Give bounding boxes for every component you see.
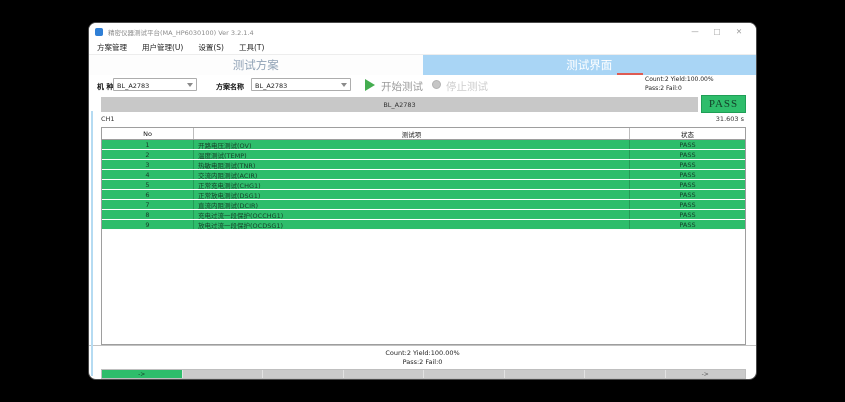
- table-row[interactable]: 6 正常放电测试(DSG1) PASS: [102, 190, 745, 200]
- channel-row: CH1 31.603 s: [89, 114, 756, 126]
- menu-item-settings[interactable]: 设置(S): [198, 42, 224, 53]
- menu-item-tools[interactable]: 工具(T): [239, 42, 264, 53]
- channel-label: CH1: [101, 115, 115, 123]
- model-title-text: BL_A2783: [383, 101, 415, 109]
- progress-segment: [344, 370, 425, 378]
- app-icon: [95, 28, 103, 36]
- close-icon[interactable]: ✕: [728, 23, 750, 40]
- table-row[interactable]: 7 直流内阻测试(DCIR) PASS: [102, 200, 745, 210]
- progress-segment: [183, 370, 264, 378]
- status-badge: PASS: [630, 150, 745, 159]
- window-title: 精密仪器测试平台(MA_HP6030100) Ver 3.2.1.4: [108, 27, 254, 37]
- status-badge: PASS: [630, 210, 745, 219]
- left-edge-strip: [91, 111, 93, 376]
- plan-select-value: BL_A2783: [255, 82, 287, 90]
- title-bar: 精密仪器测试平台(MA_HP6030100) Ver 3.2.1.4 — □ ✕: [89, 23, 756, 40]
- pass-indicator-label: PASS: [709, 98, 738, 110]
- model-title-bar: BL_A2783: [101, 97, 698, 112]
- desktop-background: 精密仪器测试平台(MA_HP6030100) Ver 3.2.1.4 — □ ✕…: [0, 0, 845, 402]
- stop-icon[interactable]: [432, 80, 441, 89]
- status-badge: PASS: [630, 170, 745, 179]
- header-test-item: 测试项: [194, 128, 630, 139]
- stats-pass-fail: Pass:2 Fail:0: [645, 84, 714, 93]
- status-badge: PASS: [630, 220, 745, 229]
- table-row[interactable]: 3 热敏电阻测试(TNR) PASS: [102, 160, 745, 170]
- table-header: No 测试项 状态: [102, 128, 745, 140]
- maximize-icon[interactable]: □: [706, 23, 728, 40]
- progress-segment-end: ->: [666, 370, 746, 378]
- status-badge: PASS: [630, 190, 745, 199]
- stats-count-yield: Count:2 Yield:100.00%: [645, 75, 714, 84]
- table-row[interactable]: 8 充电过流一段保护(OCCHG1) PASS: [102, 210, 745, 220]
- start-test-button[interactable]: 开始测试: [381, 79, 423, 94]
- header-no: No: [102, 128, 194, 139]
- footer-pass-fail: Pass:2 Fail:0: [89, 358, 756, 367]
- plan-select[interactable]: BL_A2783: [251, 78, 351, 91]
- menu-bar: 方案管理 用户管理(U) 设置(S) 工具(T): [89, 40, 756, 55]
- minimize-icon[interactable]: —: [684, 23, 706, 40]
- tab-test-plan[interactable]: 测试方案: [89, 55, 423, 75]
- tab-test-interface-label: 测试界面: [566, 57, 612, 73]
- table-row[interactable]: 5 正常充电测试(CHG1) PASS: [102, 180, 745, 190]
- chevron-down-icon: [341, 83, 347, 87]
- table-row[interactable]: 1 开路电压测试(OV) PASS: [102, 140, 745, 150]
- progress-segment: [505, 370, 586, 378]
- status-badge: PASS: [630, 140, 745, 149]
- run-statistics: Count:2 Yield:100.00% Pass:2 Fail:0: [645, 75, 714, 93]
- table-row[interactable]: 4 交流内阻测试(ACIR) PASS: [102, 170, 745, 180]
- status-badge: PASS: [630, 200, 745, 209]
- model-label: 机 种: [97, 82, 113, 92]
- app-window: 精密仪器测试平台(MA_HP6030100) Ver 3.2.1.4 — □ ✕…: [88, 22, 757, 380]
- result-strip: BL_A2783 PASS: [89, 95, 756, 113]
- footer-count-yield: Count:2 Yield:100.00%: [89, 349, 756, 358]
- model-select[interactable]: BL_A2783: [113, 78, 197, 91]
- progress-segment: [585, 370, 666, 378]
- header-status: 状态: [630, 128, 745, 139]
- status-badge: PASS: [630, 160, 745, 169]
- stop-test-button[interactable]: 停止测试: [446, 79, 488, 94]
- table-row[interactable]: 2 温度测试(TEMP) PASS: [102, 150, 745, 160]
- menu-item-plan-manage[interactable]: 方案管理: [97, 42, 127, 53]
- progress-segment-active: ->: [102, 370, 183, 378]
- pass-indicator: PASS: [701, 95, 746, 113]
- table-row[interactable]: 9 放电过流一段保护(OCDSG1) PASS: [102, 220, 745, 230]
- plan-name-label: 方案名称: [216, 82, 244, 92]
- model-select-value: BL_A2783: [117, 82, 149, 90]
- test-time: 31.603 s: [716, 115, 744, 123]
- status-badge: PASS: [630, 180, 745, 189]
- menu-item-user-manage[interactable]: 用户管理(U): [142, 42, 183, 53]
- test-item-table: No 测试项 状态 1 开路电压测试(OV) PASS 2 温度测试(TEMP)…: [101, 127, 746, 345]
- toolbar: 机 种 BL_A2783 方案名称 BL_A2783 开始测试 停止测试 Cou…: [89, 75, 756, 95]
- footer-statistics: Count:2 Yield:100.00% Pass:2 Fail:0: [89, 345, 756, 368]
- tab-bar: 测试方案 测试界面: [89, 55, 756, 75]
- chevron-down-icon: [187, 83, 193, 87]
- tab-test-interface[interactable]: 测试界面: [423, 55, 757, 75]
- play-icon[interactable]: [365, 79, 375, 91]
- progress-segment: [263, 370, 344, 378]
- progress-bar: -> ->: [101, 369, 746, 379]
- progress-segment: [424, 370, 505, 378]
